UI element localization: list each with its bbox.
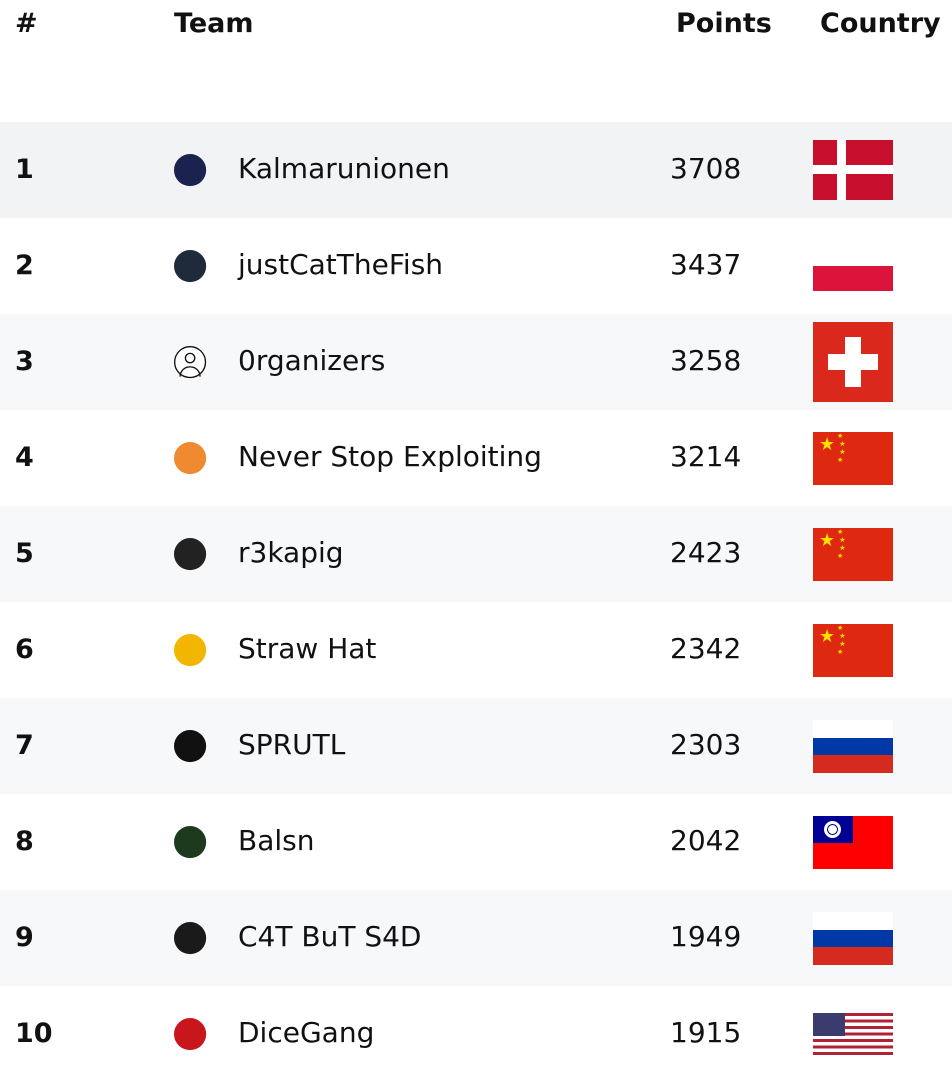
points: 1915 (670, 1016, 742, 1049)
rank: 6 (15, 634, 34, 665)
russia-flag-icon (813, 720, 893, 773)
china-flag-icon: ★ ★ ★ ★ ★ (813, 624, 893, 677)
switzerland-flag-icon (813, 322, 893, 402)
team-name-link[interactable]: C4T BuT S4D (238, 920, 421, 953)
points: 2423 (670, 536, 742, 569)
r3kapig-logo (174, 538, 207, 571)
rank: 4 (15, 442, 34, 473)
justcatthefish-logo (174, 250, 207, 283)
rank: 10 (15, 1018, 53, 1049)
table-row: 1 Kalmarunionen 3708 (0, 122, 952, 218)
team-name-link[interactable]: Kalmarunionen (238, 152, 450, 185)
team-name-link[interactable]: Never Stop Exploiting (238, 440, 542, 473)
team-name-link[interactable]: Balsn (238, 824, 314, 857)
team-name-link[interactable]: justCatTheFish (238, 248, 443, 281)
points: 2303 (670, 728, 742, 761)
never-stop-exploiting-logo (174, 442, 207, 475)
kalmarunionen-logo (174, 154, 207, 187)
china-flag-icon: ★ ★ ★ ★ ★ (813, 528, 893, 581)
points: 2042 (670, 824, 742, 857)
points: 1949 (670, 920, 742, 953)
table-row: 4 Never Stop Exploiting 3214 ★ ★ ★ ★ ★ (0, 410, 952, 506)
points-header[interactable]: Points (676, 8, 772, 39)
table-row: 8 Balsn 2042 (0, 794, 952, 890)
table-row: 9 C4T BuT S4D 1949 (0, 890, 952, 986)
team-name-link[interactable]: DiceGang (238, 1016, 374, 1049)
team-name-link[interactable]: Straw Hat (238, 632, 376, 665)
team-name-link[interactable]: SPRUTL (238, 728, 345, 761)
china-flag-icon: ★ ★ ★ ★ ★ (813, 432, 893, 485)
taiwan-flag-icon (813, 816, 893, 869)
rank: 9 (15, 922, 34, 953)
usa-flag-icon (813, 1013, 893, 1055)
points: 3214 (670, 440, 742, 473)
table-row: 2 justCatTheFish 3437 (0, 218, 952, 314)
rank: 7 (15, 730, 34, 761)
balsn-logo (174, 826, 207, 859)
denmark-flag-icon (813, 140, 893, 200)
user-avatar-icon (174, 346, 207, 379)
team-header[interactable]: Team (174, 8, 254, 39)
dicegang-logo (174, 1018, 207, 1051)
sprutl-logo (174, 730, 207, 763)
rank: 3 (15, 346, 34, 377)
poland-flag-icon (813, 241, 893, 291)
points: 3437 (670, 248, 742, 281)
rank: 2 (15, 250, 34, 281)
points: 2342 (670, 632, 742, 665)
rank: 8 (15, 826, 34, 857)
table-row: 3 0rganizers 3258 (0, 314, 952, 410)
points: 3258 (670, 344, 742, 377)
rank: 1 (15, 154, 34, 185)
table-row: 7 SPRUTL 2303 (0, 698, 952, 794)
c4t-but-s4d-logo (174, 922, 207, 955)
table-row: 5 r3kapig 2423 ★ ★ ★ ★ ★ (0, 506, 952, 602)
rank: 5 (15, 538, 34, 569)
straw-hat-logo (174, 634, 207, 667)
country-header: Country (820, 8, 941, 39)
russia-flag-icon (813, 912, 893, 965)
team-name-link[interactable]: 0rganizers (238, 344, 385, 377)
table-row: 6 Straw Hat 2342 ★ ★ ★ ★ ★ (0, 602, 952, 698)
team-name-link[interactable]: r3kapig (238, 536, 344, 569)
rank-header: # (15, 8, 38, 39)
points: 3708 (670, 152, 742, 185)
table-row: 10 DiceGang 1915 (0, 986, 952, 1082)
